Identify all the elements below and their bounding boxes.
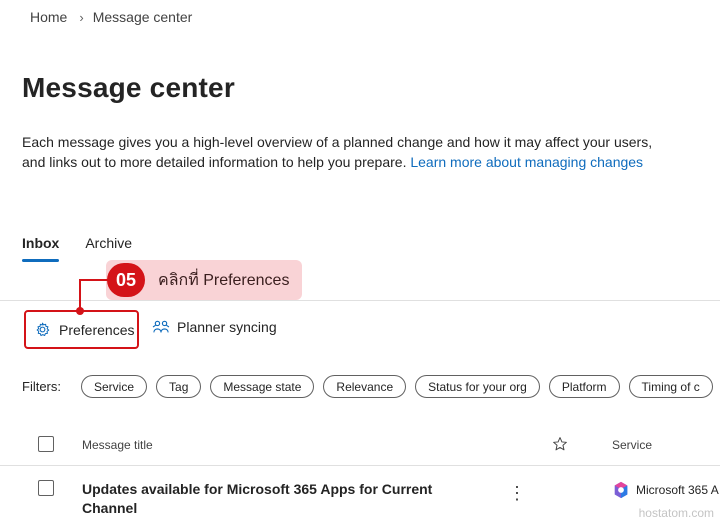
preferences-label: Preferences <box>59 321 135 338</box>
filter-chip-status-for-org[interactable]: Status for your org <box>415 375 540 398</box>
breadcrumb: Home › Message center <box>30 9 192 25</box>
breadcrumb-chevron-icon: › <box>79 9 84 25</box>
filter-chip-service[interactable]: Service <box>81 375 148 398</box>
message-title-link[interactable]: Updates available for Microsoft 365 Apps… <box>82 480 452 518</box>
page-title: Message center <box>22 72 235 103</box>
step-number-badge: 05 <box>107 263 145 297</box>
filters-label: Filters: <box>22 379 61 394</box>
planner-people-icon <box>152 320 170 333</box>
tab-archive[interactable]: Archive <box>85 235 132 261</box>
column-header-service[interactable]: Service <box>612 438 652 452</box>
service-cell: Microsoft 365 A <box>612 481 719 499</box>
preferences-button[interactable]: Preferences <box>24 310 139 349</box>
more-options-icon[interactable]: ⋮ <box>508 484 526 502</box>
select-all-checkbox[interactable] <box>38 436 54 452</box>
toolbar-divider <box>0 300 720 301</box>
row-checkbox[interactable] <box>38 480 54 496</box>
filter-chip-timing[interactable]: Timing of c <box>628 375 713 398</box>
tab-inbox[interactable]: Inbox <box>22 235 60 262</box>
filter-chip-relevance[interactable]: Relevance <box>323 375 407 398</box>
page-description: Each message gives you a high-level over… <box>22 133 662 172</box>
filter-bar: Filters: Service Tag Message state Relev… <box>22 375 720 398</box>
learn-more-link[interactable]: Learn more about managing changes <box>410 154 643 170</box>
star-icon[interactable] <box>552 436 568 452</box>
watermark: hostatom.com <box>638 506 714 520</box>
breadcrumb-home-link[interactable]: Home <box>30 9 67 25</box>
planner-syncing-label: Planner syncing <box>177 319 277 335</box>
column-header-title[interactable]: Message title <box>82 438 153 452</box>
service-name: Microsoft 365 A <box>636 483 719 497</box>
planner-syncing-button[interactable]: Planner syncing <box>152 319 277 335</box>
filter-chip-platform[interactable]: Platform <box>548 375 620 398</box>
tab-list: Inbox Archive <box>22 235 158 262</box>
table-header: Message title Service <box>0 432 720 466</box>
filter-chip-tag[interactable]: Tag <box>156 375 202 398</box>
filter-chip-message-state[interactable]: Message state <box>210 375 315 398</box>
callout-connector <box>80 279 108 281</box>
gear-icon <box>36 322 50 337</box>
breadcrumb-current: Message center <box>92 9 193 25</box>
callout-text: คลิกที่ Preferences <box>158 271 290 289</box>
microsoft-365-icon <box>614 481 628 499</box>
